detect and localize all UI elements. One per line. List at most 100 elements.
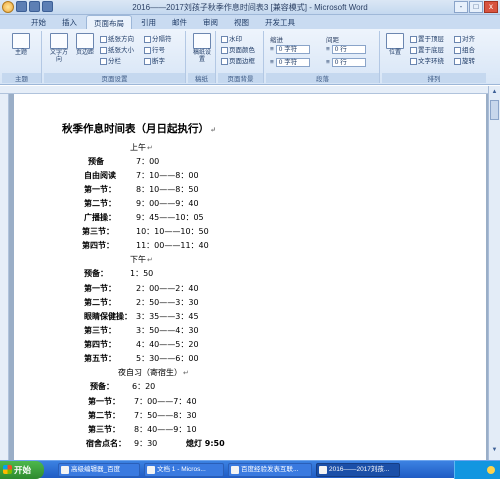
- send-to-back-button[interactable]: 置于底层: [410, 46, 444, 55]
- tab-view[interactable]: 视图: [227, 15, 256, 29]
- vertical-scrollbar[interactable]: ▲ ▼: [488, 86, 500, 460]
- section-heading-afternoon: 下午↵: [130, 255, 153, 264]
- spacing-after-field[interactable]: ≡ 0 行: [326, 58, 366, 67]
- orientation-icon: [100, 36, 107, 43]
- page-color-icon: [221, 47, 228, 54]
- hyphenation-icon: [144, 58, 151, 65]
- minimize-button[interactable]: -: [454, 1, 468, 13]
- hyphenation-button[interactable]: 断字: [144, 57, 165, 66]
- page-setup-group-label: 页面设置: [44, 73, 185, 83]
- indent-right-field[interactable]: ≡ 0 字符: [270, 58, 310, 67]
- group-icon: [454, 47, 461, 54]
- scroll-thumb[interactable]: [490, 100, 499, 120]
- orientation-button[interactable]: 纸张方向: [100, 35, 134, 44]
- paragraph-group: 缩进 间距 ≡ 0 字符 ≡ 0 字符 ≡ 0 行 ≡ 0 行 段落: [266, 31, 380, 83]
- bring-to-front-button[interactable]: 置于顶层: [410, 35, 444, 44]
- spacing-before-icon: ≡: [326, 46, 330, 53]
- margins-icon: [76, 33, 94, 49]
- ribbon: 主题 主题 文字方向 页边距 纸张方向 纸张大小 分栏 分隔符 行号 断字 页面…: [0, 29, 500, 85]
- line-numbers-button[interactable]: 行号: [144, 46, 165, 55]
- breaks-button[interactable]: 分隔符: [144, 35, 172, 44]
- arrange-group: 位置 置于顶层 置于底层 文字环绕 对齐 组合 旋转 排列: [382, 31, 486, 83]
- position-button[interactable]: 位置: [384, 33, 406, 57]
- page-background-group: 水印 页面颜色 页面边框 页面背景: [218, 31, 264, 83]
- lights-out-text: 熄灯 9:50: [186, 439, 225, 448]
- paragraph-group-label: 段落: [266, 73, 379, 83]
- page-color-button[interactable]: 页面颜色: [221, 46, 255, 55]
- ribbon-tabs: 开始 插入 页面布局 引用 邮件 审阅 视图 开发工具: [0, 15, 500, 29]
- breaks-icon: [144, 36, 151, 43]
- text-direction-icon: [50, 33, 68, 49]
- spacing-header: 间距: [326, 37, 339, 44]
- paragraph-mark-icon: ↵: [147, 256, 153, 264]
- indent-right-icon: ≡: [270, 59, 274, 66]
- page-borders-button[interactable]: 页面边框: [221, 57, 255, 66]
- paragraph-mark-icon: ↵: [210, 125, 216, 134]
- align-button[interactable]: 对齐: [454, 35, 475, 44]
- tab-insert[interactable]: 插入: [55, 15, 84, 29]
- theme-group-label: 主题: [2, 73, 41, 83]
- title-bar: 2016——2017刘孩子秋季作息时间表3 [兼容模式] - Microsoft…: [0, 0, 500, 15]
- theme-group: 主题 主题: [2, 31, 42, 83]
- tab-mailings[interactable]: 邮件: [165, 15, 194, 29]
- tray-icon[interactable]: [487, 466, 495, 474]
- spacing-before-field[interactable]: ≡ 0 行: [326, 45, 366, 54]
- document-title: 秋季作息时间表（月日起执行）↵: [62, 123, 216, 135]
- theme-button[interactable]: 主题: [10, 33, 32, 57]
- page-background-group-label: 页面背景: [218, 73, 263, 83]
- align-icon: [454, 36, 461, 43]
- tab-review[interactable]: 审阅: [196, 15, 225, 29]
- taskbar-item-baidu[interactable]: 百度经验发表互联...: [228, 463, 312, 477]
- position-icon: [386, 33, 404, 49]
- close-button[interactable]: x: [484, 1, 498, 13]
- draft-settings-button[interactable]: 稿纸设置: [191, 33, 213, 64]
- horizontal-ruler[interactable]: [0, 86, 488, 94]
- size-icon: [100, 47, 107, 54]
- scroll-up-icon[interactable]: ▲: [490, 88, 499, 97]
- watermark-icon: [221, 36, 228, 43]
- rotate-icon: [454, 58, 461, 65]
- indent-header: 缩进: [270, 37, 283, 44]
- taskbar-item-editor[interactable]: 高级编辑器_百度: [58, 463, 140, 477]
- send-to-back-icon: [410, 47, 417, 54]
- size-button[interactable]: 纸张大小: [100, 46, 134, 55]
- rotate-button[interactable]: 旋转: [454, 57, 475, 66]
- tab-page-layout[interactable]: 页面布局: [86, 15, 132, 29]
- spacing-after-icon: ≡: [326, 59, 330, 66]
- taskbar-item-document1[interactable]: 文档 1 - Micros...: [144, 463, 224, 477]
- text-wrapping-button[interactable]: 文字环绕: [410, 57, 444, 66]
- columns-icon: [100, 58, 107, 65]
- watermark-button[interactable]: 水印: [221, 35, 242, 44]
- scroll-down-icon[interactable]: ▼: [490, 446, 499, 455]
- bring-to-front-icon: [410, 36, 417, 43]
- start-button[interactable]: 开始: [0, 461, 44, 479]
- paragraph-mark-icon: ↵: [147, 144, 153, 152]
- page-borders-icon: [221, 58, 228, 65]
- maximize-button[interactable]: □: [469, 1, 483, 13]
- indent-left-icon: ≡: [270, 46, 274, 53]
- draft-group-label: 稿纸: [188, 73, 215, 83]
- section-heading-evening: 夜自习（寄宿生）↵: [118, 368, 189, 377]
- vertical-ruler[interactable]: [0, 94, 9, 460]
- page-setup-group: 文字方向 页边距 纸张方向 纸张大小 分栏 分隔符 行号 断字 页面设置: [44, 31, 186, 83]
- system-tray: [454, 461, 500, 479]
- paragraph-mark-icon: ↵: [183, 369, 189, 377]
- arrange-group-label: 排列: [382, 73, 486, 83]
- text-direction-button[interactable]: 文字方向: [48, 33, 70, 64]
- indent-left-field[interactable]: ≡ 0 字符: [270, 45, 310, 54]
- tab-developer[interactable]: 开发工具: [258, 15, 302, 29]
- draft-paper-icon: [193, 33, 211, 49]
- line-numbers-icon: [144, 47, 151, 54]
- window-title: 2016——2017刘孩子秋季作息时间表3 [兼容模式] - Microsoft…: [132, 3, 368, 12]
- margins-button[interactable]: 页边距: [74, 33, 96, 57]
- taskbar: 开始 高级编辑器_百度 文档 1 - Micros... 百度经验发表互联...…: [0, 460, 500, 479]
- tab-references[interactable]: 引用: [134, 15, 163, 29]
- theme-icon: [12, 33, 30, 49]
- tab-home[interactable]: 开始: [24, 15, 53, 29]
- section-heading-morning: 上午↵: [130, 143, 153, 152]
- draft-group: 稿纸设置 稿纸: [188, 31, 216, 83]
- taskbar-item-word[interactable]: 2016——2017刘孩...: [316, 463, 400, 477]
- window-controls: - □ x: [454, 1, 498, 13]
- group-button[interactable]: 组合: [454, 46, 475, 55]
- columns-button[interactable]: 分栏: [100, 57, 121, 66]
